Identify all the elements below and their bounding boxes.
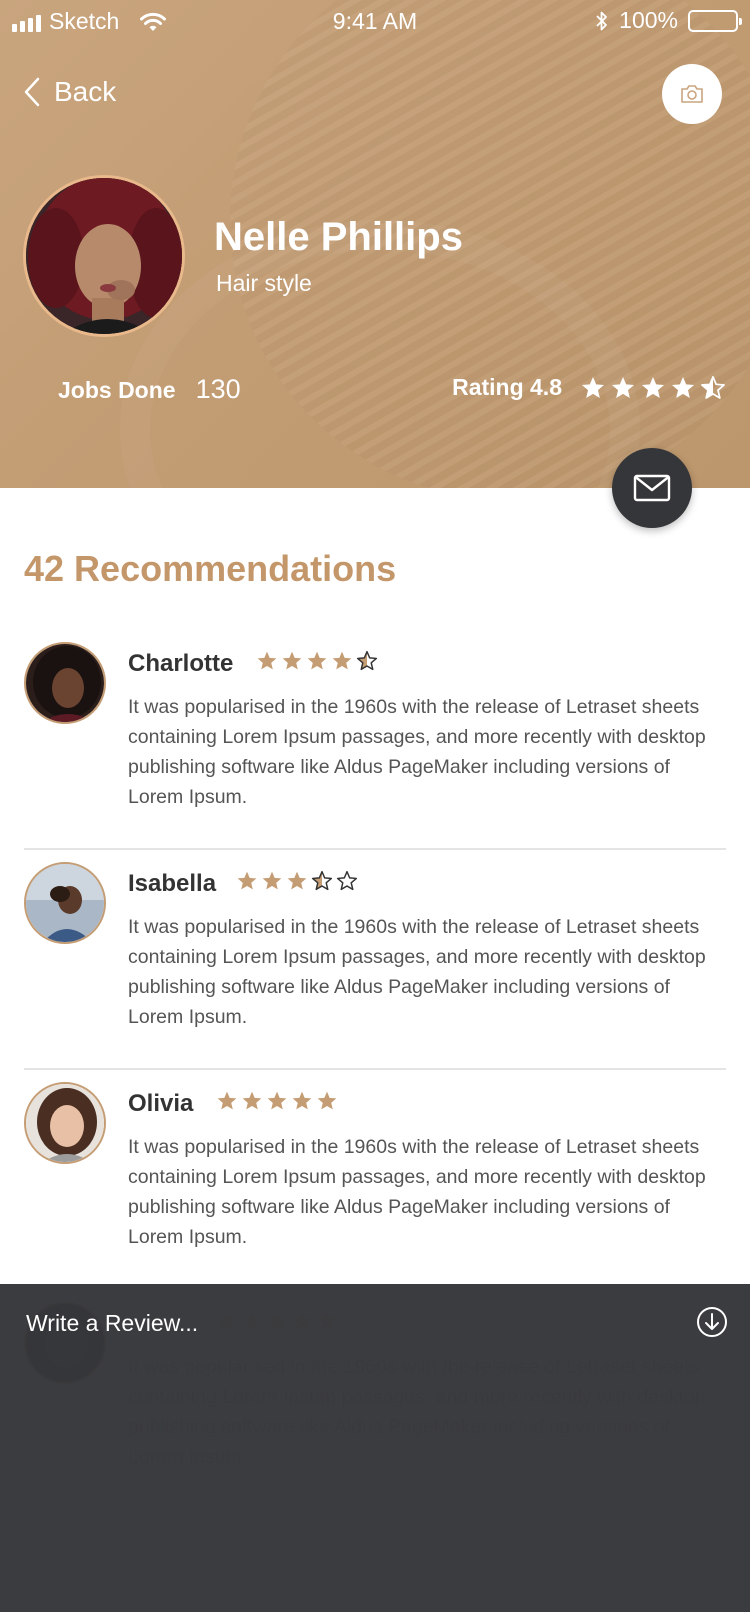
rating-stars bbox=[580, 375, 726, 401]
write-review-input[interactable]: Write a Review... bbox=[26, 1310, 198, 1337]
reviewer-stars bbox=[216, 1090, 338, 1112]
reviewer-stars bbox=[236, 870, 358, 892]
reviewer-name: Isabella bbox=[128, 870, 217, 897]
star-icon bbox=[671, 376, 695, 398]
star-icon bbox=[257, 651, 277, 670]
review-item: Charlotte It was popularised in the 1960s… bbox=[24, 630, 726, 850]
review-item: Isabella It was popularised in the 1960s … bbox=[24, 850, 726, 1070]
review-text: It was popularised in the 1960s with the… bbox=[128, 696, 706, 808]
reviewer-avatar bbox=[24, 862, 106, 944]
profile-name: Nelle Phillips bbox=[214, 215, 463, 259]
star-icon bbox=[237, 871, 257, 890]
review-text: It was popularised in the 1960s with the… bbox=[128, 916, 706, 1028]
star-half-icon bbox=[701, 375, 725, 399]
chevron-left-icon bbox=[24, 77, 40, 107]
bluetooth-icon bbox=[596, 11, 608, 30]
review-text: It was popularised in the 1960s with the… bbox=[128, 1136, 706, 1248]
rating-label: Rating 4.8 bbox=[452, 374, 562, 400]
star-icon bbox=[262, 871, 282, 890]
star-icon bbox=[332, 651, 352, 670]
battery-percent: 100% bbox=[619, 7, 678, 33]
star-half-icon bbox=[311, 870, 333, 891]
status-bar: Sketch 9:41 AM 100% bbox=[0, 0, 750, 42]
star-icon bbox=[611, 376, 635, 398]
star-icon bbox=[317, 1091, 337, 1110]
star-half-icon bbox=[356, 650, 378, 671]
profile-photo bbox=[26, 178, 182, 334]
star-icon bbox=[217, 1091, 237, 1110]
rating-summary: Rating 4.8 bbox=[452, 374, 726, 401]
review-sheet[interactable]: Write a Review... bbox=[0, 1284, 750, 1612]
review-item: Olivia It was popularised in the 1960s wi… bbox=[24, 1070, 726, 1290]
jobs-done: Jobs Done 130 bbox=[58, 374, 241, 405]
reviewer-photo bbox=[26, 1084, 104, 1162]
reviewer-stars bbox=[256, 650, 378, 672]
reviewer-avatar bbox=[24, 642, 106, 724]
profile-subtitle: Hair style bbox=[216, 270, 312, 296]
camera-icon bbox=[681, 85, 703, 103]
back-button[interactable]: Back bbox=[24, 76, 116, 108]
star-icon bbox=[287, 871, 307, 890]
reviewer-photo bbox=[26, 644, 104, 722]
profile-header: Sketch 9:41 AM 100% Back Nelle Phillips … bbox=[0, 0, 750, 488]
star-icon bbox=[292, 1091, 312, 1110]
star-icon bbox=[581, 376, 605, 398]
envelope-icon bbox=[633, 474, 671, 502]
star-icon bbox=[242, 1091, 262, 1110]
recommendations-title: 42 Recommendations bbox=[24, 548, 397, 589]
camera-button[interactable] bbox=[662, 64, 722, 124]
star-empty-icon bbox=[336, 870, 358, 891]
reviewer-photo bbox=[26, 864, 104, 942]
jobs-done-label: Jobs Done bbox=[58, 377, 176, 403]
reviewer-name: Charlotte bbox=[128, 650, 234, 677]
profile-avatar bbox=[23, 175, 185, 337]
star-icon bbox=[641, 376, 665, 398]
star-icon bbox=[282, 651, 302, 670]
jobs-done-value: 130 bbox=[195, 374, 241, 404]
arrow-down-circle-icon[interactable] bbox=[696, 1306, 728, 1338]
back-label: Back bbox=[54, 76, 117, 107]
reviewer-name: Olivia bbox=[128, 1090, 194, 1117]
message-button[interactable] bbox=[612, 448, 692, 528]
reviewer-avatar bbox=[24, 1082, 106, 1164]
star-icon bbox=[267, 1091, 287, 1110]
star-icon bbox=[307, 651, 327, 670]
battery-icon bbox=[688, 9, 742, 32]
status-right: 100% bbox=[595, 7, 742, 34]
